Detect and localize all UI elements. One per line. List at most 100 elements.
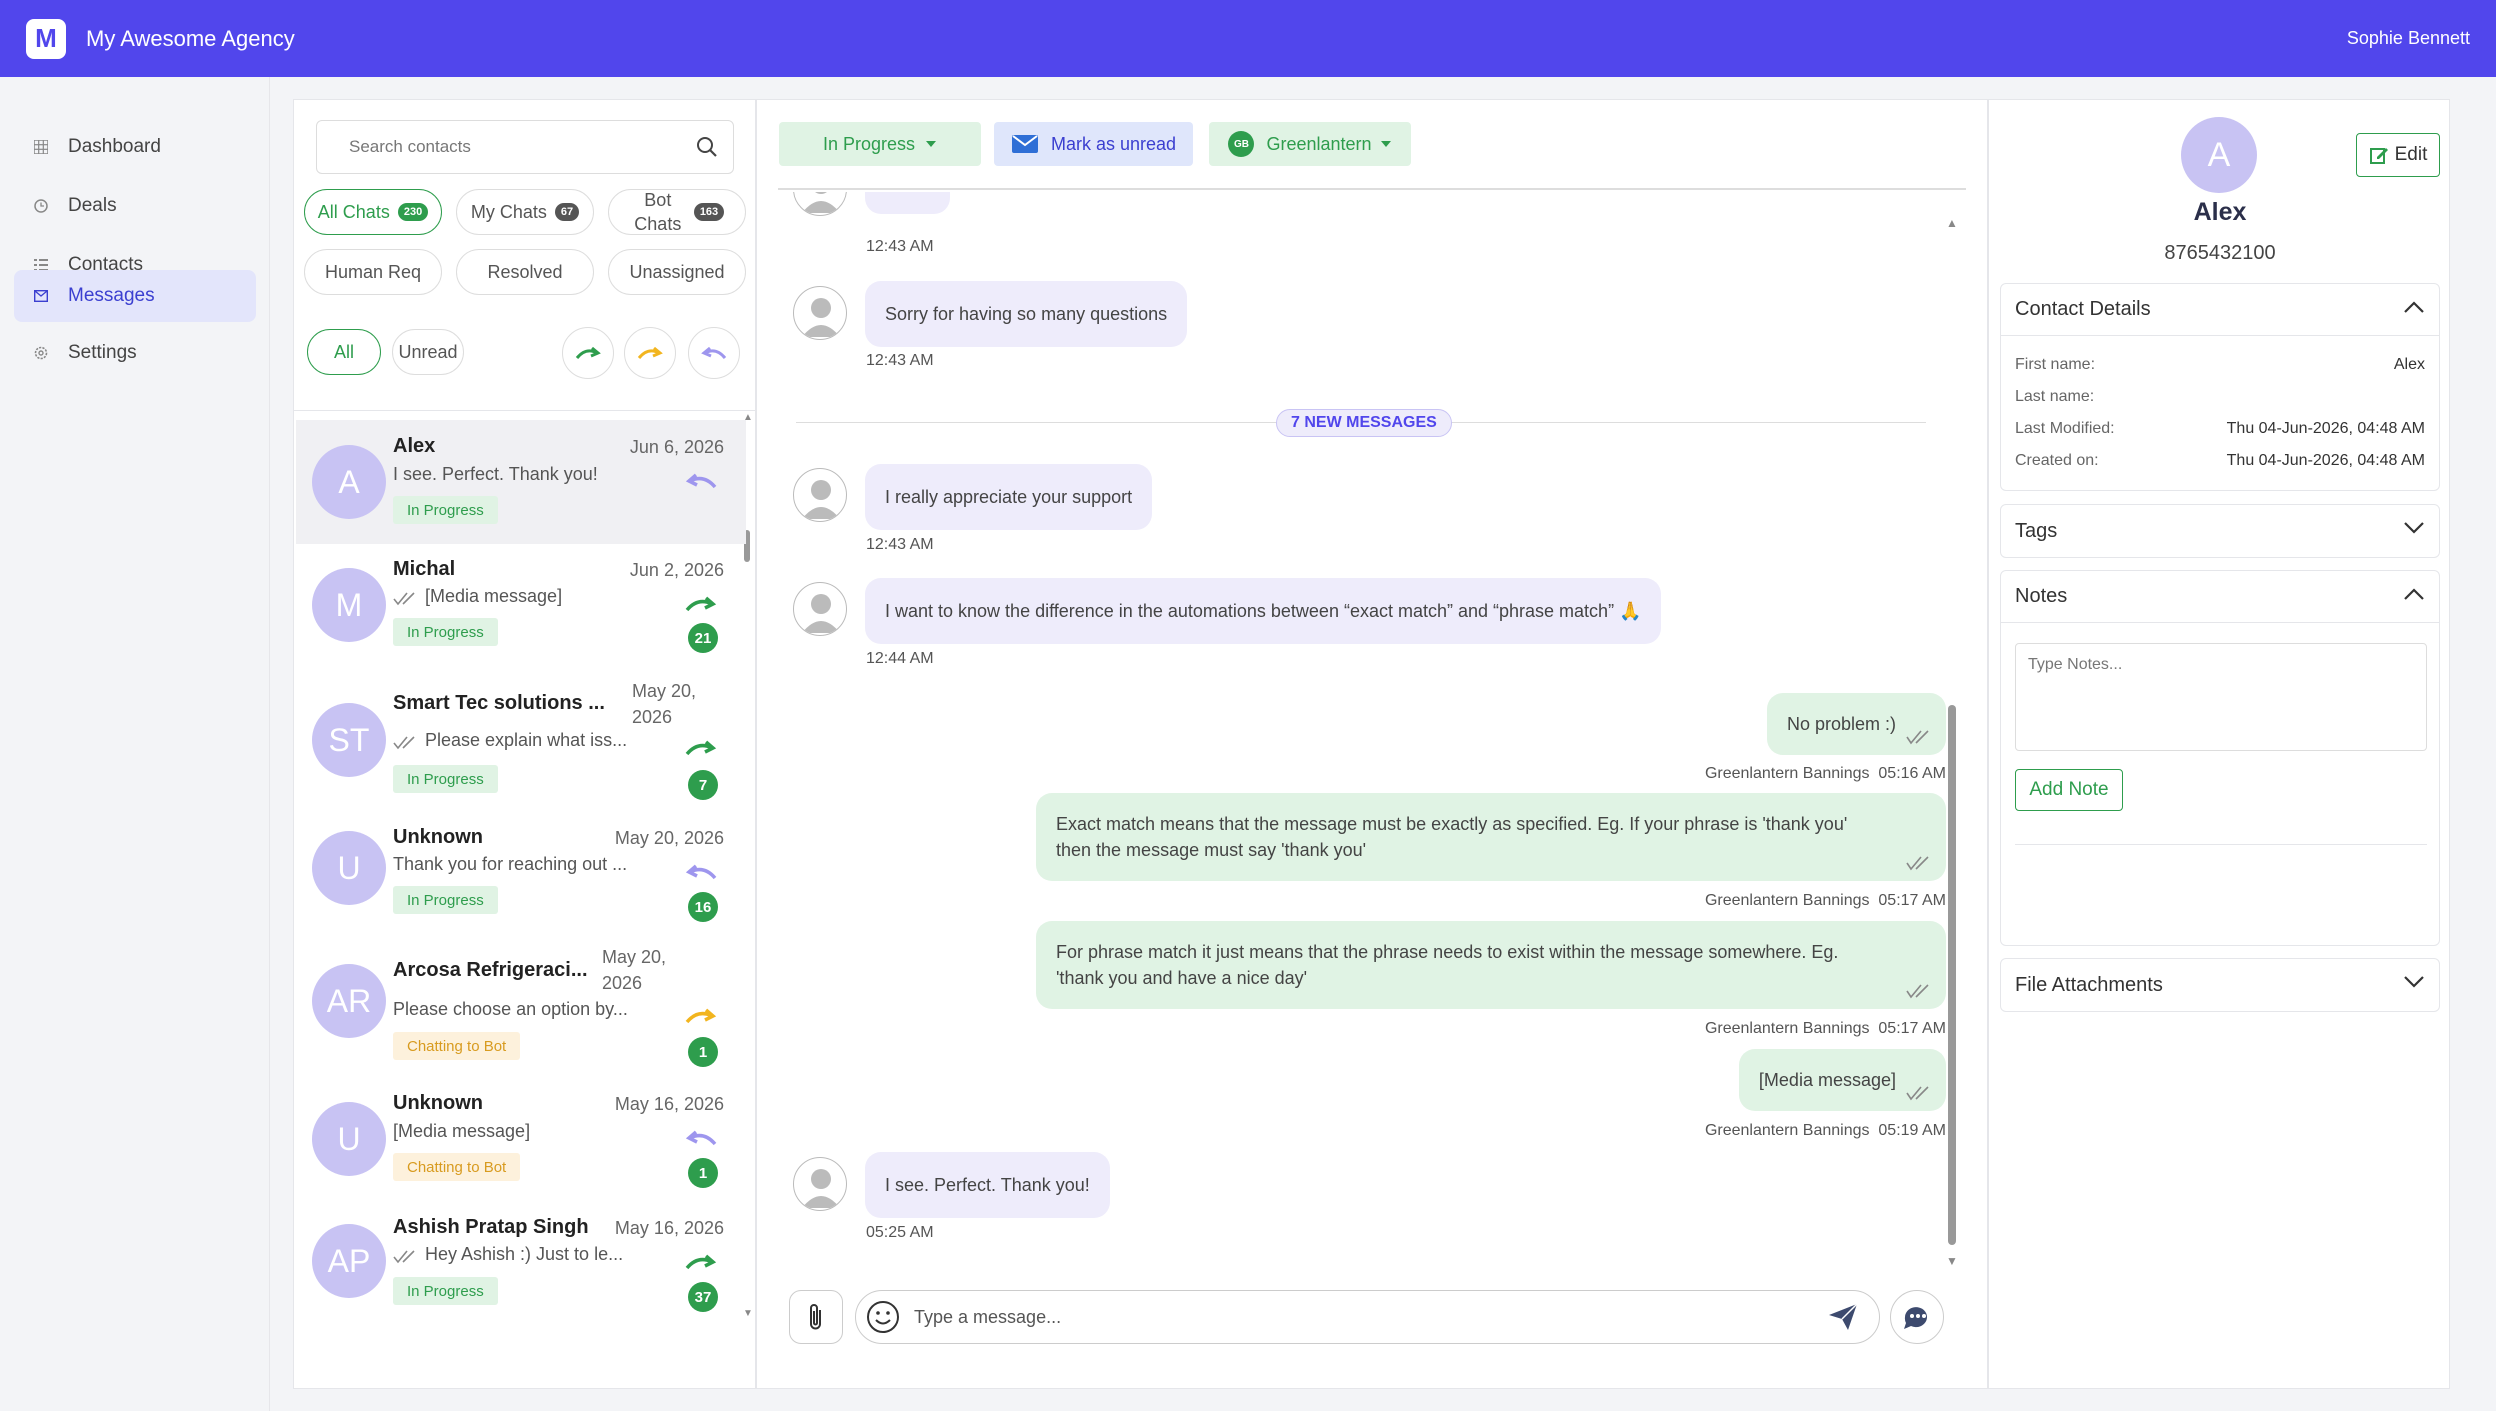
status-badge: In Progress [393, 886, 498, 914]
message-bubble-in: I see. Perfect. Thank you! [865, 1152, 1110, 1218]
search-input[interactable]: Search contacts [316, 120, 734, 174]
send-icon[interactable] [1827, 1302, 1859, 1332]
notes-textarea[interactable]: Type Notes... [2015, 643, 2427, 751]
message-time: 12:43 AM [866, 352, 934, 369]
section-title: Tags [2015, 519, 2058, 542]
app-logo[interactable]: M [26, 18, 66, 59]
file-attachments-section[interactable]: File Attachments [2000, 958, 2440, 1012]
scroll-up-icon[interactable]: ▲ [1946, 216, 1958, 230]
double-check-icon [393, 736, 415, 750]
message-input-placeholder: Type a message... [914, 1306, 1062, 1327]
sidebar-item-deals[interactable]: Deals [14, 180, 256, 232]
contact-row-unknown-2[interactable]: U Unknown May 16, 2026 [Media message] C… [296, 1080, 746, 1206]
gear-icon [34, 346, 48, 360]
filter-incoming-button[interactable] [688, 327, 740, 379]
unread-count-badge: 37 [688, 1282, 718, 1312]
assignee-dropdown[interactable]: GB Greenlantern [1209, 122, 1411, 166]
grid-icon [34, 140, 48, 154]
filter-outgoing-button[interactable] [562, 327, 614, 379]
sidebar-item-dashboard[interactable]: Dashboard [14, 121, 256, 173]
message-time: 05:19 AM [1878, 1122, 1946, 1139]
scroll-down-icon[interactable]: ▼ [1946, 1254, 1958, 1268]
attach-button[interactable] [789, 1290, 843, 1344]
message-input[interactable]: Type a message... [855, 1290, 1880, 1344]
quick-reply-button[interactable] [1890, 1290, 1944, 1344]
message-time: 05:17 AM [1878, 892, 1946, 909]
message-bubble-out[interactable]: [Media message] [1738, 1049, 1946, 1111]
double-check-icon [1906, 856, 1929, 871]
contact-last-message: Please choose an option by... [393, 999, 628, 1019]
unread-count-badge: 1 [688, 1158, 718, 1188]
status-badge: Chatting to Bot [393, 1032, 521, 1060]
user-avatar-icon [793, 468, 847, 522]
chevron-up-icon [2404, 301, 2424, 313]
contact-name: Arcosa Refrigeraci... [393, 959, 588, 981]
chevron-down-icon [2404, 522, 2424, 534]
sidebar: Dashboard Deals Contacts Messages Settin… [0, 77, 270, 1411]
add-note-button[interactable]: Add Note [2015, 769, 2123, 811]
chat-scrollbar[interactable] [1948, 705, 1956, 1245]
sender-name: Greenlantern Bannings [1704, 765, 1870, 782]
tags-section[interactable]: Tags [2000, 504, 2440, 558]
tab-count: 230 [397, 203, 429, 221]
contact-date: May 20, 2026 [602, 947, 667, 993]
message-bubble-in [865, 192, 950, 214]
tab-human-req[interactable]: Human Req [304, 249, 442, 295]
message-bubble-out: For phrase match it just means that the … [1036, 921, 1946, 1009]
double-check-icon [1906, 730, 1929, 745]
contact-row-unknown-1[interactable]: U Unknown May 20, 2026 Thank you for rea… [296, 818, 746, 948]
status-dropdown[interactable]: In Progress [779, 122, 981, 166]
contact-date: May 16, 2026 [614, 1218, 724, 1238]
message-bubble-out: Exact match means that the message must … [1036, 793, 1946, 881]
filter-all[interactable]: All [307, 329, 381, 375]
notes-header[interactable]: Notes [2001, 571, 2439, 623]
message-bubble-in: I want to know the difference in the aut… [865, 578, 1662, 644]
sidebar-item-settings[interactable]: Settings [14, 327, 256, 379]
message-meta: Greenlantern Bannings 05:16 AM [1705, 765, 1946, 783]
field-label: Last Modified: [2015, 420, 2115, 437]
contact-row-smart-tec[interactable]: ST Smart Tec solutions ... May 20, 2026 … [296, 678, 746, 818]
sidebar-item-label: Dashboard [68, 136, 161, 157]
profile-avatar: A [2181, 117, 2257, 193]
field-label: Last name: [2015, 388, 2095, 405]
search-icon[interactable] [695, 135, 719, 159]
tab-bot-chats[interactable]: Bot Chats 163 [608, 189, 746, 235]
purple-reply-icon [701, 346, 727, 359]
section-title: Notes [2015, 585, 2068, 607]
sidebar-item-label: Messages [68, 285, 155, 306]
tab-all-chats[interactable]: All Chats 230 [304, 189, 442, 235]
app-title: My Awesome Agency [86, 25, 295, 51]
tags-header[interactable]: Tags [2001, 505, 2439, 557]
incoming-reply-icon [685, 473, 717, 489]
filter-bot-button[interactable] [624, 327, 676, 379]
unread-count-badge: 7 [688, 770, 718, 800]
avatar: ST [312, 703, 386, 777]
contact-row-michal[interactable]: M Michal Jun 2, 2026 [Media message] In … [296, 548, 746, 678]
profile-phone: 8765432100 [2164, 242, 2276, 264]
edit-button[interactable]: Edit [2356, 133, 2440, 177]
user-name[interactable]: Sophie Bennett [2347, 28, 2470, 49]
file-attachments-header[interactable]: File Attachments [2001, 959, 2439, 1011]
user-avatar-icon [793, 192, 847, 216]
tab-unassigned[interactable]: Unassigned [608, 249, 746, 295]
emoji-icon[interactable] [866, 1300, 900, 1334]
avatar: M [312, 568, 386, 642]
filter-unread[interactable]: Unread [392, 329, 464, 375]
tab-my-chats[interactable]: My Chats 67 [456, 189, 594, 235]
contact-row-alex[interactable]: A Alex Jun 6, 2026 I see. Perfect. Thank… [296, 420, 746, 544]
messages-area: 12:43 AM Sorry for having so many questi… [776, 192, 1946, 1252]
sender-name: Greenlantern Bannings [1704, 892, 1870, 909]
tab-resolved[interactable]: Resolved [456, 249, 594, 295]
mark-unread-button[interactable]: Mark as unread [994, 122, 1193, 166]
contact-date: May 20, 2026 [614, 828, 724, 848]
contact-row-ashish[interactable]: AP Ashish Pratap Singh May 16, 2026 Hey … [296, 1206, 746, 1336]
contact-row-arcosa[interactable]: AR Arcosa Refrigeraci... May 20, 2026 Pl… [296, 940, 746, 1080]
first-name-row: First name: Alex [2015, 356, 2425, 374]
contact-last-message: [Media message] [425, 586, 563, 606]
message-time: 05:17 AM [1878, 1020, 1946, 1037]
message-time: 12:44 AM [866, 650, 934, 667]
last-name-row: Last name: [2015, 388, 2425, 406]
sidebar-item-messages[interactable]: Messages [14, 270, 256, 322]
contact-details-header[interactable]: Contact Details [2001, 284, 2439, 336]
message-time: 05:25 AM [866, 1224, 934, 1241]
